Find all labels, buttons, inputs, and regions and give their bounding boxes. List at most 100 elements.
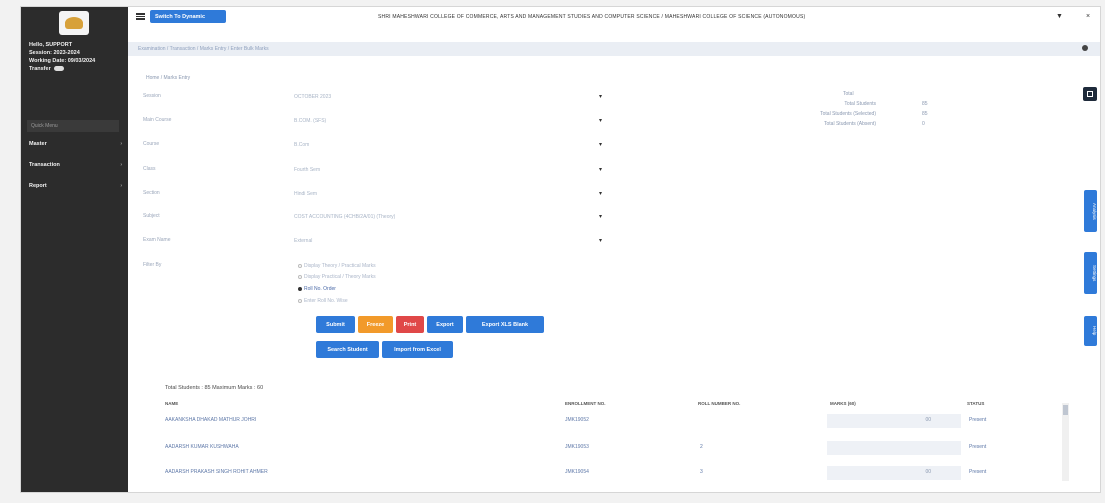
top-bar: Switch To Dynamic SHRI MAHESHWARI COLLEG… xyxy=(128,7,1100,29)
working-date: Working Date: 09/03/2024 xyxy=(29,58,96,64)
enrollment-no: JMK19053 xyxy=(565,444,589,450)
select-value: Fourth Sem xyxy=(294,167,321,173)
class-select[interactable]: Fourth Sem ▾ xyxy=(290,165,608,175)
caret-down-icon: ▾ xyxy=(598,118,602,124)
tab-settings[interactable]: Settings xyxy=(1084,252,1097,294)
sidebar-item-transaction[interactable]: Transaction › xyxy=(21,159,128,171)
table-row: AADARSH KUMAR KUSHWAHA JMK19053 2 Presen… xyxy=(160,441,1060,455)
tab-analysis[interactable]: Analysis xyxy=(1084,190,1097,232)
collapse-icon[interactable] xyxy=(1082,45,1088,51)
export-button[interactable]: Export xyxy=(427,316,463,333)
exam-name-select[interactable]: External ▾ xyxy=(290,236,608,246)
marks-value: 00 xyxy=(925,469,931,475)
breadcrumb-bar: Examination / Transaction / Marks Entry … xyxy=(128,42,1100,56)
subject-select[interactable]: COST ACCOUNTING (4CHB/2A/01) (Theory) ▾ xyxy=(290,212,608,222)
radio-label: Display Theory / Practical Marks xyxy=(304,263,376,269)
close-icon[interactable]: × xyxy=(1086,13,1090,20)
settings-square-icon[interactable] xyxy=(1083,87,1097,101)
select-value: Hindi Sem xyxy=(294,191,318,197)
filter-label: Filter By xyxy=(143,262,162,268)
col-header-marks: MARKS (60) xyxy=(830,401,856,406)
import-excel-button[interactable]: Import from Excel xyxy=(382,341,453,358)
radio-roll-order[interactable]: Roll No. Order xyxy=(298,286,336,292)
hamburger-menu-icon[interactable] xyxy=(136,13,145,20)
page-title: Home / Marks Entry xyxy=(146,75,191,81)
user-greeting: Hello, SUPPORT xyxy=(29,42,73,48)
status: Present xyxy=(969,469,987,475)
col-header-enroll: ENROLLMENT NO. xyxy=(565,401,606,406)
radio-label: Enter Roll No. Wise xyxy=(304,298,348,304)
export-xls-blank-button[interactable]: Export XLS Blank xyxy=(466,316,544,333)
radio-enter-roll[interactable]: Enter Roll No. Wise xyxy=(298,298,348,304)
marks-value: 00 xyxy=(925,417,931,423)
caret-down-icon: ▾ xyxy=(598,94,602,100)
chevron-right-icon: › xyxy=(120,141,122,147)
total-students-label: Total Students xyxy=(844,101,876,107)
radio-display-theory[interactable]: Display Theory / Practical Marks xyxy=(298,263,376,269)
bell-icon[interactable]: ▼ xyxy=(1056,13,1063,20)
radio-dot xyxy=(298,298,302,303)
transfer-row: Transfer xyxy=(29,65,95,73)
main-course-label: Main Course xyxy=(143,117,172,123)
radio-dot xyxy=(298,274,302,279)
student-name: AADARSH PRAKASH SINGH ROHIT AHMER xyxy=(165,469,268,475)
radio-label: Roll No. Order xyxy=(304,286,336,292)
marks-input[interactable]: 00 xyxy=(827,466,961,480)
caret-down-icon: ▾ xyxy=(598,167,602,173)
radio-dot xyxy=(298,286,302,291)
session-info: Session: 2023-2024 xyxy=(29,50,80,56)
course-select[interactable]: B.Com ▾ xyxy=(290,140,608,150)
marks-input[interactable] xyxy=(827,441,961,455)
col-header-roll: ROLL NUMBER NO. xyxy=(698,401,741,406)
caret-down-icon: ▾ xyxy=(598,142,602,148)
total-students-value: 85 xyxy=(922,101,928,107)
switch-dynamic-button[interactable]: Switch To Dynamic xyxy=(150,10,226,23)
submit-button[interactable]: Submit xyxy=(316,316,355,333)
sidebar-item-report[interactable]: Report › xyxy=(21,180,128,192)
radio-dot xyxy=(298,263,302,268)
subject-label: Subject xyxy=(143,213,160,219)
table-scrollbar[interactable] xyxy=(1062,403,1069,481)
enrollment-no: JMK19052 xyxy=(565,417,589,423)
radio-display-practical[interactable]: Display Practical / Theory Marks xyxy=(298,274,376,280)
transfer-label: Transfer xyxy=(29,66,51,72)
student-name: AAKANKSHA DHAKAD MATHUR JOHRI xyxy=(165,417,257,423)
select-value: External xyxy=(294,238,313,244)
student-name: AADARSH KUMAR KUSHWAHA xyxy=(165,444,239,450)
college-logo xyxy=(59,11,89,35)
table-row: AAKANKSHA DHAKAD MATHUR JOHRI JMK19052 0… xyxy=(160,414,1060,428)
class-label: Class xyxy=(143,166,156,172)
exam-name-label: Exam Name xyxy=(143,237,171,243)
tab-help[interactable]: Help xyxy=(1084,316,1097,346)
total-absent-label: Total Students (Absent) xyxy=(824,121,876,127)
section-label: Section xyxy=(143,190,160,196)
table-row: AADARSH PRAKASH SINGH ROHIT AHMER JMK190… xyxy=(160,466,1060,480)
print-button[interactable]: Print xyxy=(396,316,424,333)
chevron-right-icon: › xyxy=(120,162,122,168)
sidebar: Hello, SUPPORT Session: 2023-2024 Workin… xyxy=(21,7,128,492)
transfer-toggle[interactable] xyxy=(53,66,64,72)
main-course-select[interactable]: B.COM. (SFS) ▾ xyxy=(290,116,608,126)
quick-menu-search[interactable]: Quick Menu xyxy=(27,120,119,132)
select-value: OCTOBER 2023 xyxy=(294,94,332,100)
total-selected-value: 85 xyxy=(922,111,928,117)
freeze-button[interactable]: Freeze xyxy=(358,316,393,333)
session-select[interactable]: OCTOBER 2023 ▾ xyxy=(290,92,608,102)
roll-no: 2 xyxy=(700,444,703,450)
status: Present xyxy=(969,417,987,423)
user-info: Hello, SUPPORT Session: 2023-2024 Workin… xyxy=(29,41,95,73)
course-label: Course xyxy=(143,141,160,147)
marks-input[interactable]: 00 xyxy=(827,414,961,428)
breadcrumb: Examination / Transaction / Marks Entry … xyxy=(138,46,269,52)
total-selected-label: Total Students (Selected) xyxy=(820,111,876,117)
sidebar-item-label: Master xyxy=(29,141,47,147)
caret-down-icon: ▾ xyxy=(598,214,602,220)
sidebar-item-label: Transaction xyxy=(29,162,60,168)
sidebar-item-master[interactable]: Master › xyxy=(21,138,128,150)
select-value: B.COM. (SFS) xyxy=(294,118,327,124)
select-value: B.Com xyxy=(294,142,310,148)
search-student-button[interactable]: Search Student xyxy=(316,341,379,358)
select-value: COST ACCOUNTING (4CHB/2A/01) (Theory) xyxy=(294,214,396,220)
caret-down-icon: ▾ xyxy=(598,191,602,197)
section-select[interactable]: Hindi Sem ▾ xyxy=(290,189,608,199)
